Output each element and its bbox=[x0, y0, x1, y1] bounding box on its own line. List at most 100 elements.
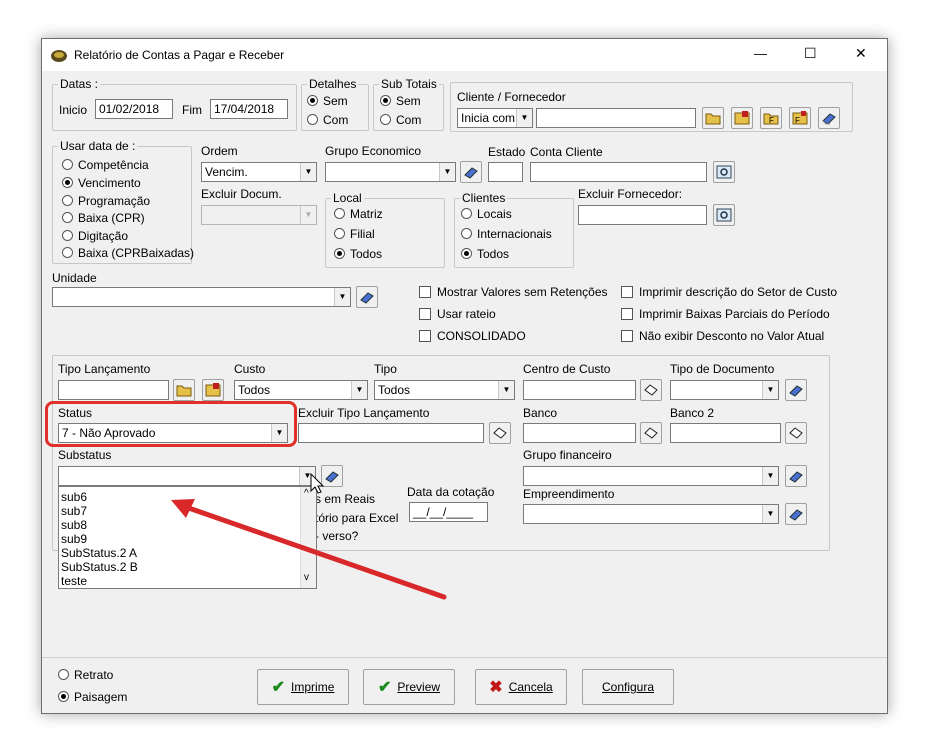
cancela-button[interactable]: ✖ Cancela bbox=[475, 669, 567, 705]
grupo-economico-select[interactable]: ▼ bbox=[325, 162, 456, 182]
radio-icon bbox=[380, 114, 391, 125]
usar-data-competencia-radio[interactable]: Competência bbox=[62, 158, 149, 172]
close-button[interactable]: ✕ bbox=[855, 45, 867, 62]
radio-selected-icon bbox=[62, 177, 73, 188]
preview-button[interactable]: ✔ Preview bbox=[363, 669, 455, 705]
eraser-icon[interactable] bbox=[356, 286, 378, 308]
excluir-tipo-label: Excluir Tipo Lançamento bbox=[298, 406, 430, 420]
estado-input[interactable] bbox=[488, 162, 523, 182]
chevron-down-icon: ▼ bbox=[334, 288, 350, 306]
radio-label: Retrato bbox=[74, 668, 114, 682]
usar-data-digitacao-radio[interactable]: Digitação bbox=[62, 229, 128, 243]
eraser-icon[interactable] bbox=[818, 107, 840, 129]
grupo-financeiro-select[interactable]: ▼ bbox=[523, 466, 779, 486]
eraser-icon[interactable] bbox=[640, 422, 662, 444]
fim-date-input[interactable]: 17/04/2018 bbox=[210, 99, 288, 119]
list-item[interactable]: sub8 bbox=[61, 518, 87, 532]
excluir-fornecedor-input[interactable] bbox=[578, 205, 707, 225]
consolidado-checkbox[interactable]: CONSOLIDADO bbox=[419, 329, 526, 343]
retrato-radio[interactable]: Retrato bbox=[58, 668, 113, 682]
checkbox-icon bbox=[419, 308, 431, 320]
list-item[interactable]: teste bbox=[61, 574, 87, 588]
eraser-icon[interactable] bbox=[785, 465, 807, 487]
folder-f-button[interactable]: F bbox=[760, 107, 782, 129]
radio-label: Programação bbox=[78, 194, 151, 208]
tipo-documento-select[interactable]: ▼ bbox=[670, 380, 779, 400]
radio-icon bbox=[58, 669, 69, 680]
tipo-lancamento-input[interactable] bbox=[58, 380, 169, 400]
unidade-select[interactable]: ▼ bbox=[52, 287, 351, 307]
eraser-icon[interactable] bbox=[321, 465, 343, 487]
tipo-select[interactable]: Todos ▼ bbox=[374, 380, 515, 400]
banco2-input[interactable] bbox=[670, 423, 781, 443]
detalhes-sem-radio[interactable]: Sem bbox=[307, 94, 348, 108]
eraser-icon[interactable] bbox=[785, 422, 807, 444]
fornecedor-filter-button[interactable]: F bbox=[789, 107, 811, 129]
local-matriz-radio[interactable]: Matriz bbox=[334, 207, 383, 221]
banco-input[interactable] bbox=[523, 423, 636, 443]
open-folder-button[interactable] bbox=[702, 107, 724, 129]
list-item[interactable]: sub9 bbox=[61, 532, 87, 546]
usar-rateio-checkbox[interactable]: Usar rateio bbox=[419, 307, 496, 321]
clientes-internacionais-radio[interactable]: Internacionais bbox=[461, 227, 552, 241]
radio-icon bbox=[334, 208, 345, 219]
inicio-date-input[interactable]: 01/02/2018 bbox=[95, 99, 173, 119]
chevron-down-icon: ▼ bbox=[762, 381, 778, 399]
search-icon[interactable] bbox=[713, 161, 735, 183]
minimize-button[interactable]: — bbox=[754, 46, 767, 61]
eraser-icon[interactable] bbox=[460, 161, 482, 183]
local-filial-radio[interactable]: Filial bbox=[334, 227, 375, 241]
list-item[interactable]: sub7 bbox=[61, 504, 87, 518]
eraser-icon[interactable] bbox=[640, 379, 662, 401]
eraser-icon[interactable] bbox=[785, 379, 807, 401]
local-todos-radio[interactable]: Todos bbox=[334, 247, 382, 261]
radio-label: Filial bbox=[350, 227, 375, 241]
chevron-down-icon: ▼ bbox=[516, 109, 532, 127]
usar-data-programacao-radio[interactable]: Programação bbox=[62, 194, 150, 208]
conta-cliente-input[interactable] bbox=[530, 162, 707, 182]
usar-data-vencimento-radio[interactable]: Vencimento bbox=[62, 176, 141, 190]
configura-button[interactable]: Configura bbox=[582, 669, 674, 705]
tipo-lancamento-filter-button[interactable] bbox=[202, 379, 224, 401]
empreendimento-select[interactable]: ▼ bbox=[523, 504, 779, 524]
clientes-locais-radio[interactable]: Locais bbox=[461, 207, 512, 221]
mostrar-valores-checkbox[interactable]: Mostrar Valores sem Retenções bbox=[419, 285, 608, 299]
imprime-button[interactable]: ✔ Imprime bbox=[257, 669, 349, 705]
centro-custo-input[interactable] bbox=[523, 380, 636, 400]
subtotais-sem-radio[interactable]: Sem bbox=[380, 94, 421, 108]
list-item[interactable]: SubStatus.2 B bbox=[61, 560, 138, 574]
eraser-icon[interactable] bbox=[489, 422, 511, 444]
custo-select[interactable]: Todos ▼ bbox=[234, 380, 368, 400]
list-item[interactable]: sub6 bbox=[61, 490, 87, 504]
radio-selected-icon bbox=[58, 691, 69, 702]
chevron-down-icon: ▼ bbox=[300, 206, 316, 224]
detalhes-com-radio[interactable]: Com bbox=[307, 113, 348, 127]
excluir-docum-select[interactable]: ▼ bbox=[201, 205, 317, 225]
ordem-select[interactable]: Vencim. ▼ bbox=[201, 162, 317, 182]
paisagem-radio[interactable]: Paisagem bbox=[58, 690, 127, 704]
imprimir-baixas-checkbox[interactable]: Imprimir Baixas Parciais do Período bbox=[621, 307, 830, 321]
clientes-todos-radio[interactable]: Todos bbox=[461, 247, 509, 261]
chevron-down-icon: ▼ bbox=[762, 505, 778, 523]
cliente-filter-button[interactable] bbox=[731, 107, 753, 129]
usar-data-baixa-cprbaixadas-radio[interactable]: Baixa (CPRBaixadas) bbox=[62, 246, 194, 260]
open-folder-button[interactable] bbox=[173, 379, 195, 401]
radio-label: Baixa (CPR) bbox=[78, 211, 145, 225]
eraser-icon[interactable] bbox=[785, 503, 807, 525]
usar-data-baixa-radio[interactable]: Baixa (CPR) bbox=[62, 211, 145, 225]
subtotais-com-radio[interactable]: Com bbox=[380, 113, 421, 127]
chevron-down-icon: ▼ bbox=[762, 467, 778, 485]
excluir-tipo-input[interactable] bbox=[298, 423, 484, 443]
detalhes-label: Detalhes bbox=[307, 77, 359, 91]
substatus-select[interactable]: ▼ bbox=[58, 466, 316, 486]
imprimir-setor-checkbox[interactable]: Imprimir descrição do Setor de Custo bbox=[621, 285, 837, 299]
search-icon[interactable] bbox=[713, 204, 735, 226]
title-bar[interactable]: Relatório de Contas a Pagar e Receber — … bbox=[42, 39, 887, 71]
cliente-input[interactable] bbox=[536, 108, 696, 128]
svg-text:F: F bbox=[795, 116, 800, 125]
list-item[interactable]: SubStatus.2 A bbox=[61, 546, 137, 560]
nao-exibir-desconto-checkbox[interactable]: Não exibir Desconto no Valor Atual bbox=[621, 329, 824, 343]
cliente-mode-select[interactable]: Inicia com ▼ bbox=[457, 108, 533, 128]
maximize-button[interactable]: ☐ bbox=[804, 45, 817, 62]
radio-label: Vencimento bbox=[78, 176, 141, 190]
